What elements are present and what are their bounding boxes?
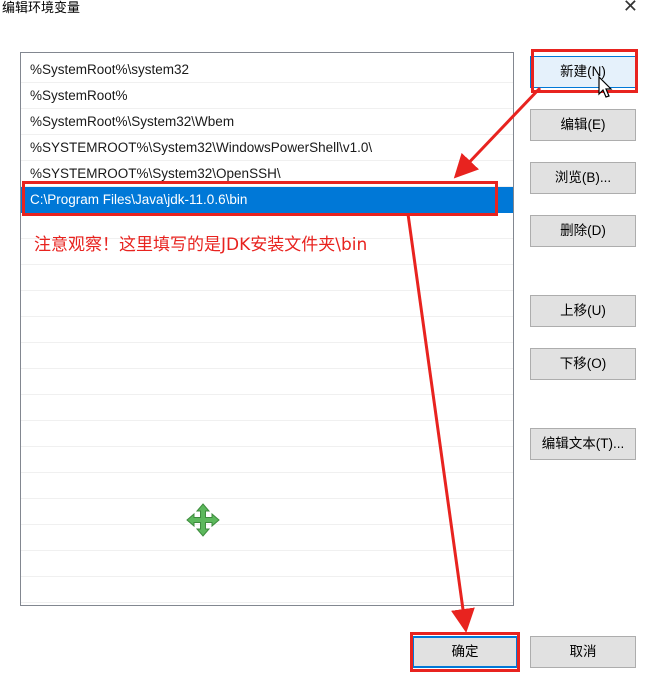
- empty-row: [21, 577, 513, 603]
- empty-row: [21, 525, 513, 551]
- dialog-title: 编辑环境变量: [2, 1, 81, 16]
- new-button[interactable]: 新建(N): [530, 56, 636, 88]
- title-bar: 编辑环境变量 ✕: [0, 0, 650, 24]
- list-item-selected[interactable]: C:\Program Files\Java\jdk-11.0.6\bin: [21, 187, 513, 213]
- edit-button[interactable]: 编辑(E): [530, 109, 636, 141]
- move-down-button[interactable]: 下移(O): [530, 348, 636, 380]
- ok-button[interactable]: 确定: [412, 636, 518, 668]
- list-item[interactable]: %SYSTEMROOT%\System32\WindowsPowerShell\…: [21, 135, 513, 161]
- empty-row: [21, 265, 513, 291]
- list-item[interactable]: %SystemRoot%: [21, 83, 513, 109]
- close-icon[interactable]: ✕: [623, 0, 638, 17]
- list-item[interactable]: %SystemRoot%\system32: [21, 57, 513, 83]
- move-cursor-icon: [186, 503, 220, 537]
- delete-button[interactable]: 删除(D): [530, 215, 636, 247]
- empty-row: [21, 395, 513, 421]
- empty-row: [21, 473, 513, 499]
- annotation-note: 注意观察！这里填写的是JDK安装文件夹\bin: [34, 235, 368, 255]
- empty-row: [21, 421, 513, 447]
- list-item[interactable]: %SystemRoot%\System32\Wbem: [21, 109, 513, 135]
- empty-row: [21, 551, 513, 577]
- empty-row: [21, 369, 513, 395]
- empty-row: [21, 343, 513, 369]
- empty-row: [21, 291, 513, 317]
- empty-row: [21, 499, 513, 525]
- mouse-pointer-icon: [598, 76, 613, 98]
- list-item[interactable]: %SYSTEMROOT%\System32\OpenSSH\: [21, 161, 513, 187]
- browse-button[interactable]: 浏览(B)...: [530, 162, 636, 194]
- path-list[interactable]: %SystemRoot%\system32 %SystemRoot% %Syst…: [20, 52, 514, 606]
- move-up-button[interactable]: 上移(U): [530, 295, 636, 327]
- cancel-button[interactable]: 取消: [530, 636, 636, 668]
- empty-row: [21, 447, 513, 473]
- empty-row: [21, 317, 513, 343]
- edit-text-button[interactable]: 编辑文本(T)...: [530, 428, 636, 460]
